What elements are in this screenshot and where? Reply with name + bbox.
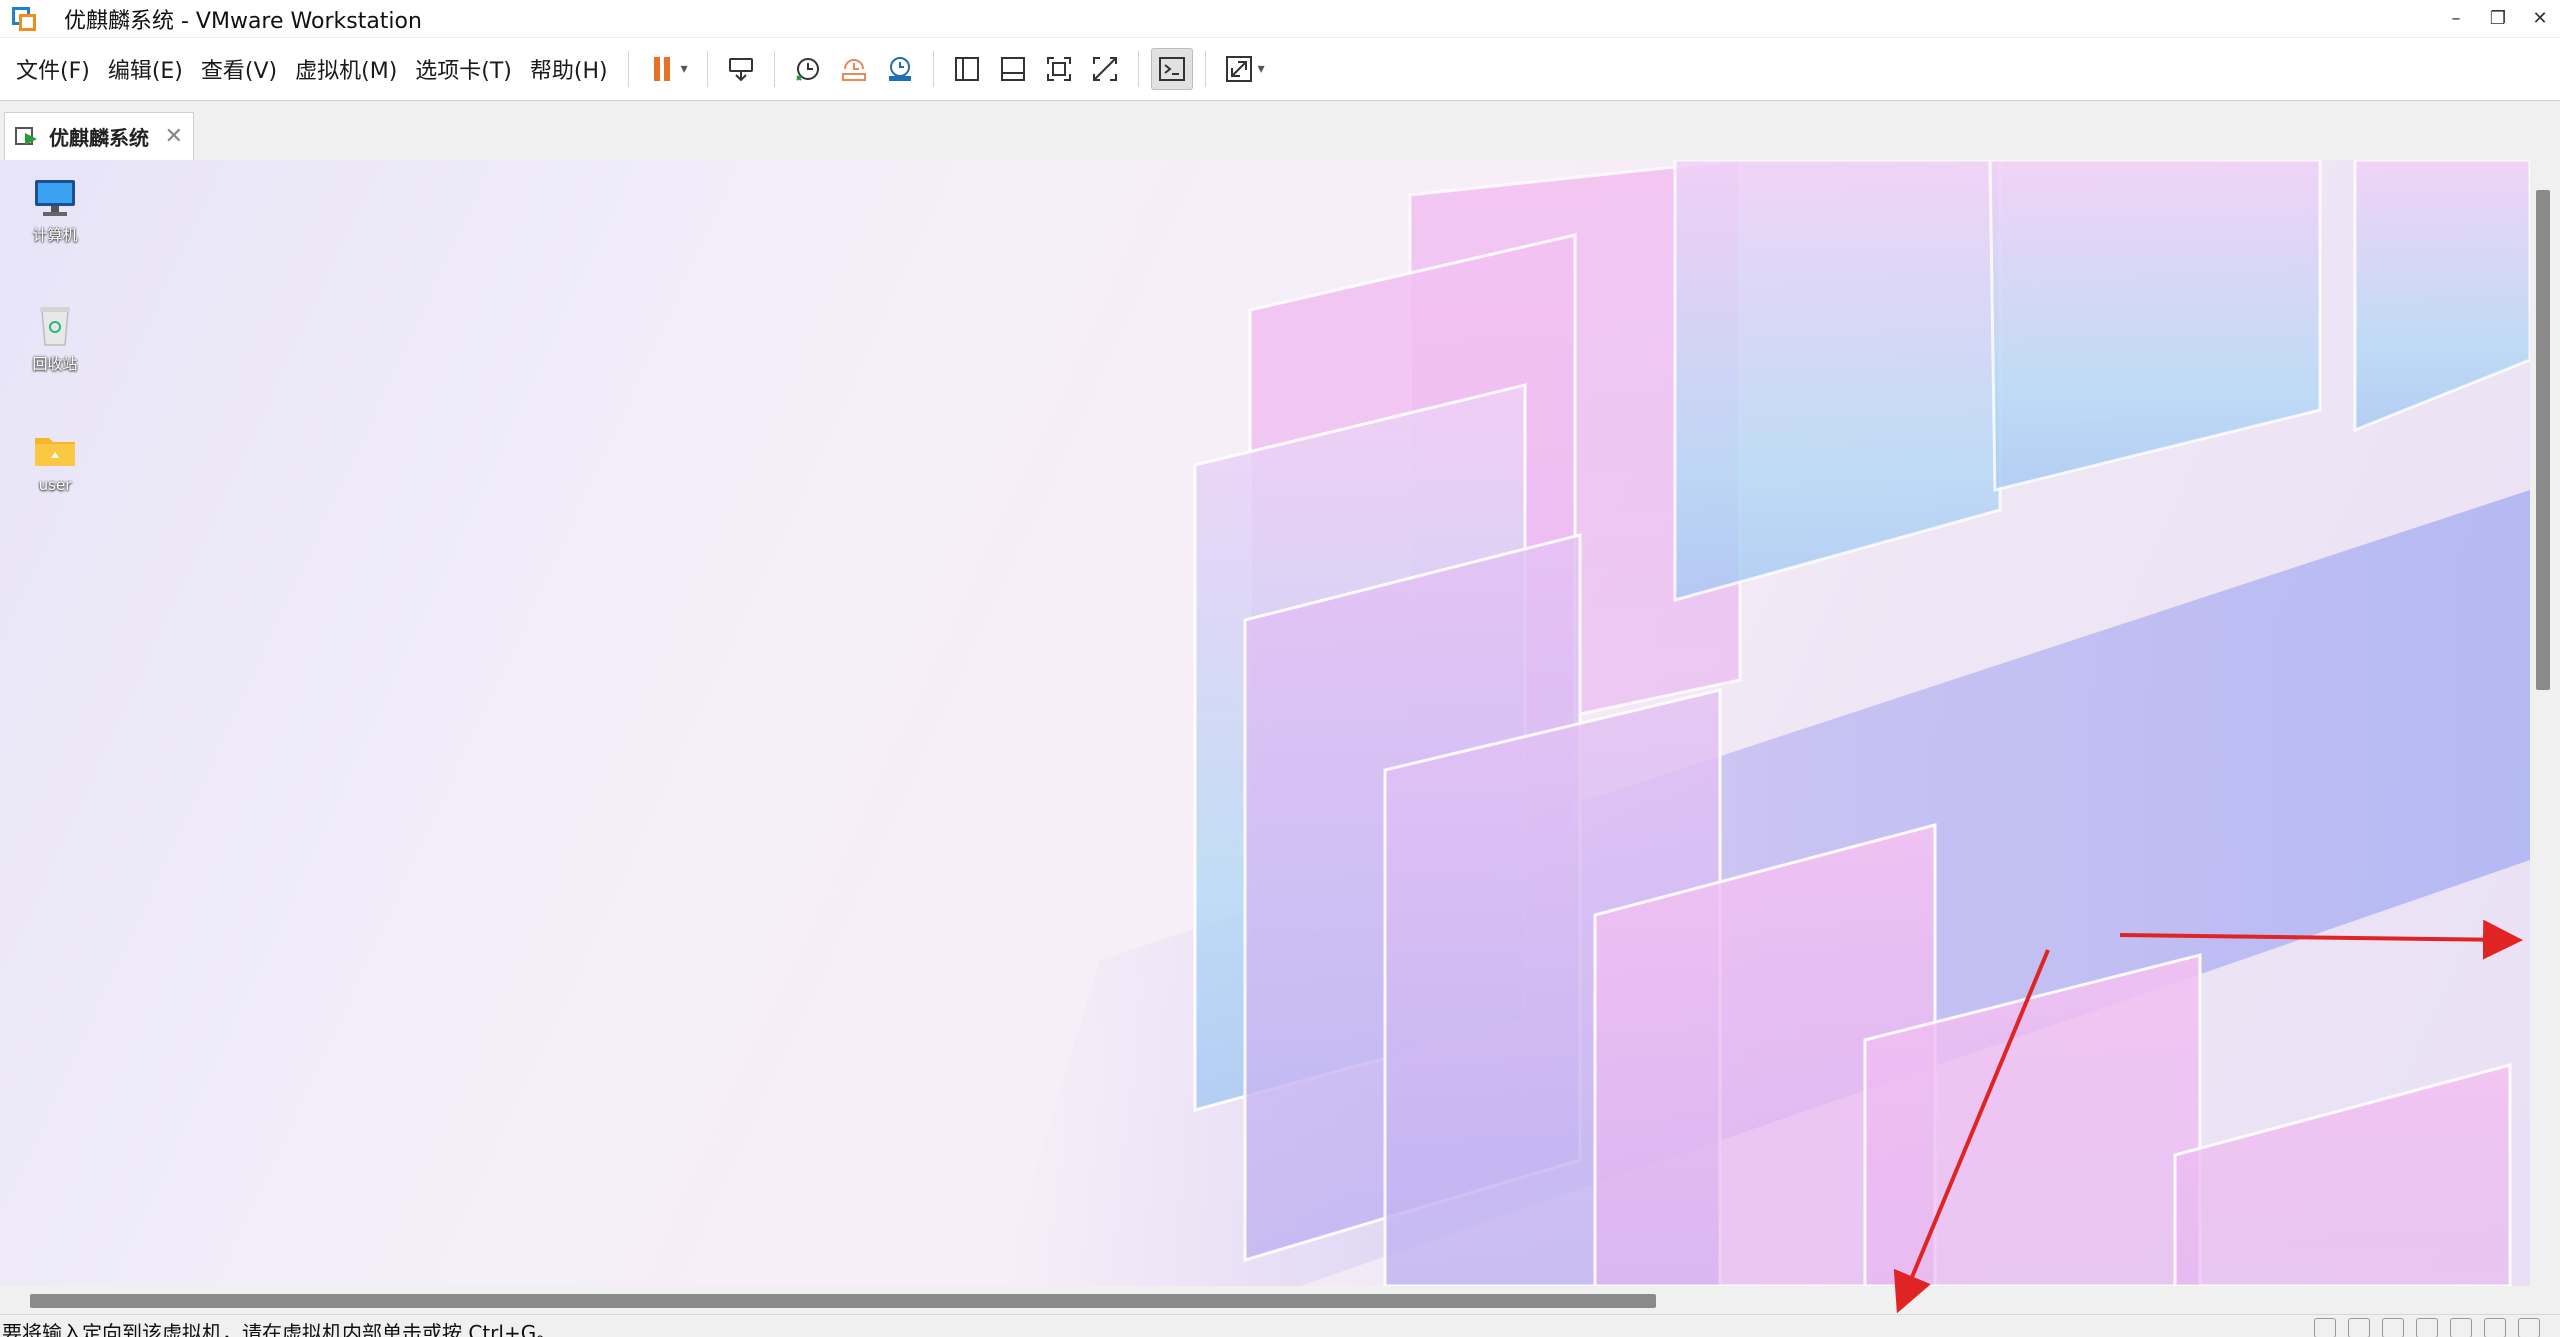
- window-controls: – ❐ ✕: [2436, 0, 2560, 37]
- pause-button[interactable]: [641, 48, 683, 90]
- window-title: 优麒麟系统 - VMware Workstation: [64, 8, 422, 34]
- show-thumbnail-button[interactable]: [992, 48, 1034, 90]
- display-icon[interactable]: [2484, 1318, 2506, 1337]
- console-view-button[interactable]: [1150, 48, 1193, 90]
- vertical-scrollbar[interactable]: [2530, 160, 2560, 1286]
- desktop-icon-label: user: [38, 476, 72, 494]
- tab-strip: 优麒麟系统 ✕: [0, 102, 2560, 160]
- sound-icon[interactable]: [2450, 1318, 2472, 1337]
- snapshot-manager-icon: [888, 57, 911, 81]
- menu-file[interactable]: 文件(F): [16, 53, 90, 85]
- desktop-icon-computer[interactable]: 计算机: [15, 178, 95, 245]
- usb-icon[interactable]: [2416, 1318, 2438, 1337]
- status-bar: 要将输入定向到该虚拟机，请在虚拟机内部单击或按 Ctrl+G。: [0, 1314, 2560, 1337]
- vm-console[interactable]: 计算机 回收站 user: [0, 160, 2530, 1286]
- desktop-icon-user-folder[interactable]: user: [15, 430, 95, 494]
- tab-close-button[interactable]: ✕: [165, 124, 183, 149]
- send-ctrl-alt-del-button[interactable]: [720, 48, 762, 90]
- network-icon[interactable]: [2382, 1318, 2404, 1337]
- desktop-icon-label: 计算机: [32, 226, 78, 244]
- tab-label: 优麒麟系统: [49, 126, 149, 150]
- vmware-logo-icon: [10, 5, 38, 33]
- toolbar-separator: [627, 51, 629, 87]
- pause-dropdown-caret[interactable]: ▾: [681, 61, 697, 77]
- menu-help[interactable]: 帮助(H): [530, 53, 608, 85]
- toolbar-separator: [1137, 51, 1139, 87]
- revert-snapshot-icon: [841, 59, 866, 81]
- send-ctrl-alt-del-icon: [728, 58, 753, 82]
- vm-running-icon: [15, 125, 39, 149]
- desktop-icon-label: 回收站: [32, 355, 78, 373]
- revert-snapshot-button[interactable]: [833, 48, 875, 90]
- hard-disk-icon[interactable]: [2314, 1318, 2336, 1337]
- menu-view[interactable]: 查看(V): [201, 53, 277, 85]
- unity-icon: [1092, 57, 1117, 81]
- tab-vm[interactable]: 优麒麟系统 ✕: [4, 112, 194, 160]
- console-view-icon: [1158, 57, 1185, 81]
- horizontal-scroll-thumb[interactable]: [30, 1294, 1656, 1308]
- show-thumbnail-icon: [1000, 57, 1025, 81]
- show-library-button[interactable]: [946, 48, 988, 90]
- toolbar-separator: [706, 51, 708, 87]
- status-message: 要将输入定向到该虚拟机，请在虚拟机内部单击或按 Ctrl+G。: [2, 1321, 557, 1337]
- snapshot-button[interactable]: [787, 48, 829, 90]
- minimize-button[interactable]: –: [2436, 0, 2476, 37]
- close-button[interactable]: ✕: [2520, 0, 2560, 37]
- snapshot-manager-button[interactable]: [879, 48, 921, 90]
- stretch-guest-icon: [1225, 56, 1252, 82]
- menu-edit[interactable]: 编辑(E): [108, 53, 183, 85]
- horizontal-scrollbar[interactable]: [0, 1286, 2560, 1314]
- device-status-icons: [2302, 1318, 2540, 1337]
- desktop-wallpaper: [1000, 160, 2530, 1286]
- vertical-scroll-thumb[interactable]: [2536, 190, 2550, 690]
- stretch-dropdown-caret[interactable]: ▾: [1258, 61, 1274, 77]
- desktop-icon-recycle-bin[interactable]: 回收站: [15, 303, 95, 374]
- fullscreen-button[interactable]: [1038, 48, 1080, 90]
- computer-icon: [35, 180, 75, 216]
- restore-button[interactable]: ❐: [2478, 0, 2518, 37]
- menu-tabs[interactable]: 选项卡(T): [415, 53, 512, 85]
- show-library-icon: [954, 57, 979, 81]
- toolbar-separator: [932, 51, 934, 87]
- recycle-bin-icon: [40, 307, 70, 346]
- title-bar: 优麒麟系统 - VMware Workstation – ❐ ✕: [0, 0, 2560, 37]
- toolbar-separator: [1204, 51, 1206, 87]
- folder-icon: [35, 438, 75, 466]
- stretch-guest-button[interactable]: [1218, 48, 1260, 90]
- pause-icon: [653, 57, 670, 81]
- toolbar-separator: [773, 51, 775, 87]
- menu-vm[interactable]: 虚拟机(M): [295, 53, 397, 85]
- message-log-icon[interactable]: [2518, 1318, 2540, 1337]
- menu-toolbar: 文件(F) 编辑(E) 查看(V) 虚拟机(M) 选项卡(T) 帮助(H) ▾: [0, 38, 2560, 101]
- snapshot-icon: [795, 58, 819, 81]
- cd-rom-icon[interactable]: [2348, 1318, 2370, 1337]
- fullscreen-icon: [1046, 57, 1071, 81]
- unity-button[interactable]: [1084, 48, 1126, 90]
